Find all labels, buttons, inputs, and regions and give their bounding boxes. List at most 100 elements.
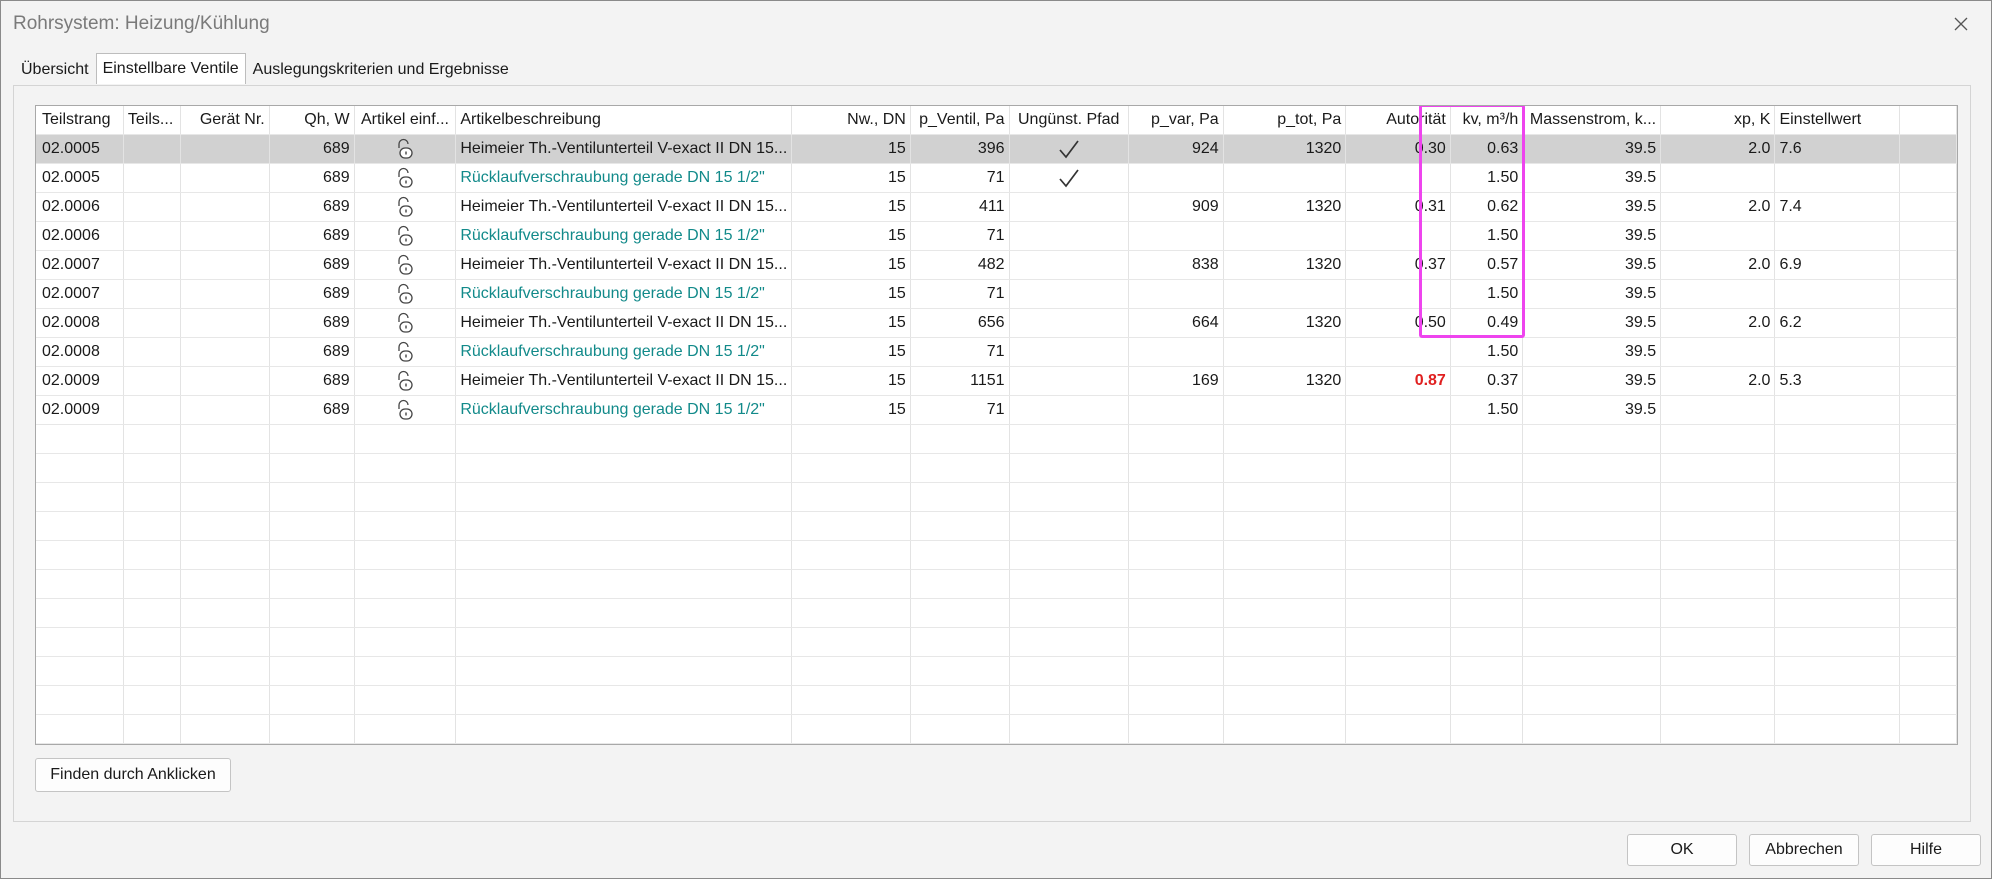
help-button[interactable]: Hilfe [1871, 834, 1981, 866]
cell-teilstrang: 02.0005 [36, 134, 124, 164]
column-header-teilstrang[interactable]: Teilstrang [36, 106, 124, 135]
cell-einstellwert: 7.4 [1774, 192, 1901, 222]
cell-autoritaet [1345, 163, 1451, 193]
cell-geraet-nr [180, 221, 270, 251]
cell-qh: 689 [269, 279, 355, 309]
column-header-xp[interactable]: xp, K [1660, 106, 1776, 135]
empty-cell [354, 482, 457, 512]
cell-nw-dn: 15 [791, 279, 911, 309]
cell-geraet-nr [180, 250, 270, 280]
empty-cell [269, 424, 355, 454]
column-header-massenstrom[interactable]: Massenstrom, k... [1522, 106, 1662, 135]
empty-cell [455, 540, 793, 570]
empty-cell [269, 453, 355, 483]
table-row[interactable]: 02.0006 689 Rücklaufverschraubung gerade D… [36, 221, 1957, 251]
cell-p-ventil: 71 [910, 163, 1010, 193]
column-header-p-ventil[interactable]: p_Ventil, Pa [910, 106, 1010, 135]
ok-button[interactable]: OK [1627, 834, 1737, 866]
empty-cell [1128, 656, 1224, 686]
cell-einstellwert [1774, 279, 1901, 309]
empty-cell [1774, 540, 1901, 570]
cancel-button[interactable]: Abbrechen [1749, 834, 1859, 866]
cell-xp [1660, 163, 1776, 193]
tab-auslegungskriterien[interactable]: Auslegungskriterien und Ergebnisse [246, 55, 516, 84]
table-row[interactable]: 02.0008 689 Rücklaufverschraubung gerade D… [36, 337, 1957, 367]
column-header-qh[interactable]: Qh, W [269, 106, 355, 135]
cell-nw-dn: 15 [791, 221, 911, 251]
table-row[interactable]: 02.0005 689 Rücklaufverschraubung gerade D… [36, 163, 1957, 193]
column-header-autoritaet[interactable]: Autorität [1345, 106, 1451, 135]
column-header-filler [1899, 106, 1957, 135]
empty-cell [36, 656, 124, 686]
cell-filler [1899, 308, 1957, 338]
empty-cell [1450, 424, 1524, 454]
empty-cell [455, 598, 793, 628]
empty-cell [1345, 511, 1451, 541]
cell-teilstrang: 02.0009 [36, 395, 124, 425]
cell-xp: 2.0 [1660, 250, 1776, 280]
empty-cell [1899, 714, 1957, 744]
column-header-teilstrang-suffix[interactable]: Teils... [123, 106, 181, 135]
empty-cell [910, 714, 1010, 744]
empty-cell [36, 569, 124, 599]
table-row[interactable]: 02.0009 689 Heimeier Th.-Ventilunterteil V… [36, 366, 1957, 396]
tab-einstellbare-ventile[interactable]: Einstellbare Ventile [95, 53, 246, 84]
empty-cell [354, 714, 457, 744]
empty-cell [1774, 569, 1901, 599]
cell-massenstrom: 39.5 [1522, 395, 1662, 425]
lock-icon [398, 283, 413, 304]
checkmark-icon [1059, 140, 1079, 159]
empty-cell [180, 656, 270, 686]
empty-cell [180, 569, 270, 599]
table-row[interactable]: 02.0007 689 Rücklaufverschraubung gerade D… [36, 279, 1957, 309]
cell-filler [1899, 192, 1957, 222]
column-header-p-var[interactable]: p_var, Pa [1128, 106, 1224, 135]
lock-icon [398, 370, 413, 391]
cell-artikel-einfuegen [354, 163, 457, 193]
column-header-kv[interactable]: kv, m³/h [1450, 106, 1524, 135]
cell-teilstrang: 02.0007 [36, 279, 124, 309]
cell-artikelbeschreibung: Heimeier Th.-Ventilunterteil V-exact II … [455, 134, 793, 164]
empty-cell [1128, 627, 1224, 657]
table-row[interactable]: 02.0009 689 Rücklaufverschraubung gerade D… [36, 395, 1957, 425]
column-header-artikelbeschreibung[interactable]: Artikelbeschreibung [455, 106, 793, 135]
table-row[interactable]: 02.0005 689 Heimeier Th.-Ventilunterteil V… [36, 134, 1957, 164]
cell-teilstrang-suffix [123, 279, 181, 309]
empty-cell [1899, 511, 1957, 541]
empty-cell [1009, 656, 1129, 686]
empty-cell [1522, 424, 1662, 454]
find-by-click-button[interactable]: Finden durch Anklicken [35, 758, 231, 792]
cell-nw-dn: 15 [791, 308, 911, 338]
cell-qh: 689 [269, 192, 355, 222]
empty-cell [269, 685, 355, 715]
empty-cell [791, 424, 911, 454]
cell-teilstrang: 02.0009 [36, 366, 124, 396]
empty-cell [455, 569, 793, 599]
tab-uebersicht[interactable]: Übersicht [14, 55, 96, 84]
column-header-einstellwert[interactable]: Einstellwert [1774, 106, 1901, 135]
close-button[interactable] [1945, 9, 1977, 39]
cell-artikel-einfuegen [354, 395, 457, 425]
cell-teilstrang-suffix [123, 134, 181, 164]
cell-p-ventil: 71 [910, 395, 1010, 425]
empty-cell [1009, 511, 1129, 541]
empty-cell [123, 627, 181, 657]
table-row[interactable]: 02.0006 689 Heimeier Th.-Ventilunterteil V… [36, 192, 1957, 222]
table-row[interactable]: 02.0008 689 Heimeier Th.-Ventilunterteil V… [36, 308, 1957, 338]
column-header-artikel-einfuegen[interactable]: Artikel einf... [354, 106, 457, 135]
valve-grid[interactable]: Teilstrang Teils... Gerät Nr. Qh, W Artikel … [35, 105, 1958, 745]
lock-icon [398, 399, 413, 420]
column-header-p-tot[interactable]: p_tot, Pa [1223, 106, 1347, 135]
empty-cell [180, 685, 270, 715]
empty-cell [1128, 453, 1224, 483]
empty-cell [180, 482, 270, 512]
column-header-geraet-nr[interactable]: Gerät Nr. [180, 106, 270, 135]
table-row[interactable]: 02.0007 689 Heimeier Th.-Ventilunterteil V… [36, 250, 1957, 280]
cell-qh: 689 [269, 366, 355, 396]
empty-cell [910, 627, 1010, 657]
column-header-unguenstiger-pfad[interactable]: Ungünst. Pfad [1009, 106, 1129, 135]
column-header-nw-dn[interactable]: Nw., DN [791, 106, 911, 135]
cell-p-tot: 1320 [1223, 192, 1347, 222]
empty-table-row [36, 714, 1957, 744]
cell-teilstrang-suffix [123, 366, 181, 396]
